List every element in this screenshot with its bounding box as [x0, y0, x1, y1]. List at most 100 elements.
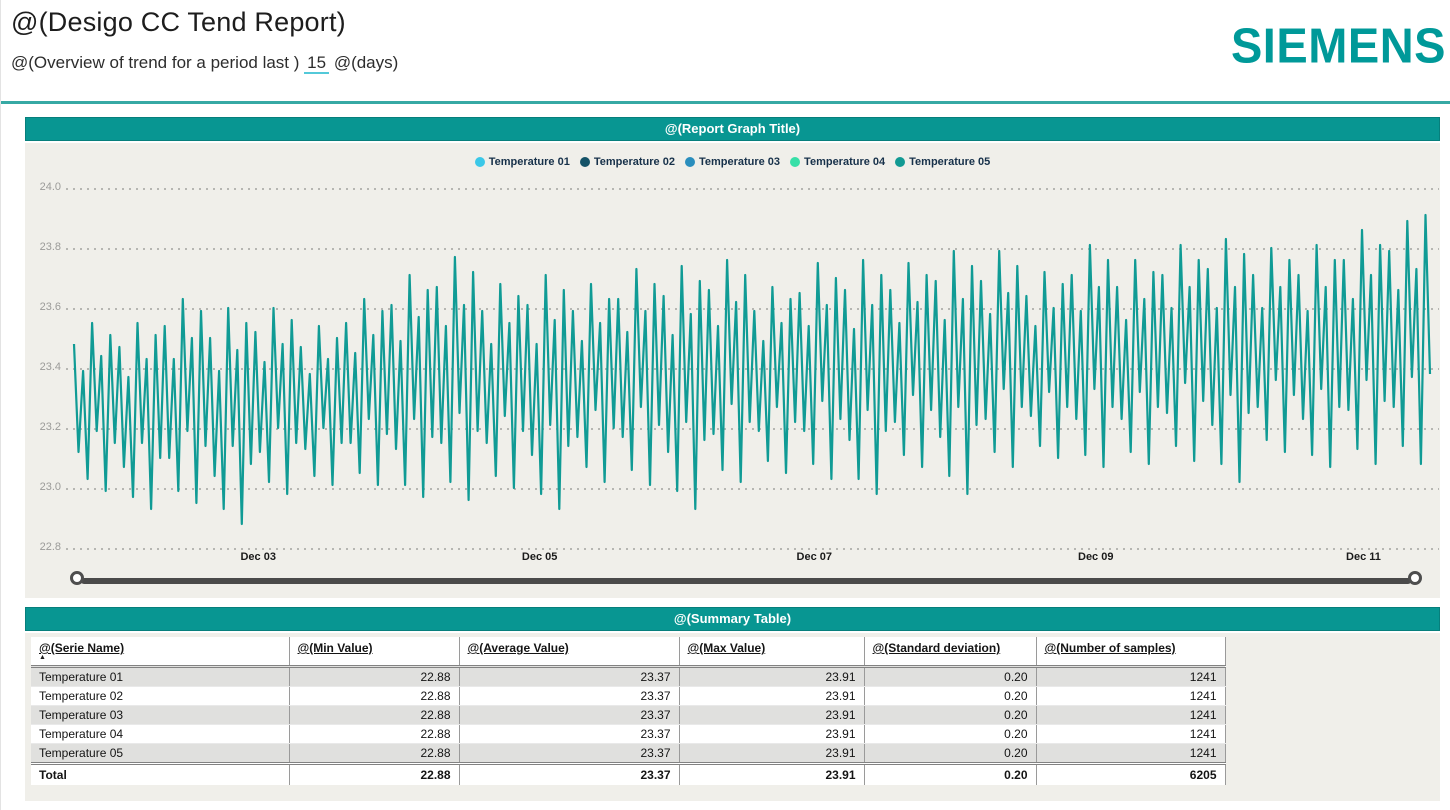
legend-dot-icon [790, 157, 800, 167]
column-header-label: @(Number of samples) [1045, 641, 1176, 655]
value-cell: 23.91 [679, 705, 864, 724]
column-header-label: @(Max Value) [688, 641, 766, 655]
value-cell: 22.88 [289, 743, 459, 763]
value-cell: 0.20 [864, 705, 1036, 724]
summary-table-area: @(Serie Name)▲ @(Min Value) @(Average Valu… [25, 633, 1440, 801]
chart-area: Temperature 01 Temperature 02 Temperature … [25, 143, 1440, 598]
summary-table-title-bar: @(Summary Table) [25, 607, 1440, 631]
y-axis-tick-label: 23.8 [27, 241, 61, 253]
value-cell: 1241 [1036, 705, 1225, 724]
x-axis-tick-label: Dec 03 [218, 551, 298, 563]
column-header-label: @(Serie Name) [39, 641, 124, 655]
sort-ascending-icon: ▲ [39, 655, 281, 661]
legend-item-temperature-05: Temperature 05 [895, 156, 990, 168]
series-name-cell: Temperature 02 [31, 686, 289, 705]
total-value-cell: 6205 [1036, 763, 1225, 785]
slider-right-handle-icon[interactable] [1408, 571, 1422, 585]
table-row: Temperature 0122.8823.3723.910.201241 [31, 666, 1225, 686]
slider-track[interactable] [81, 578, 1411, 584]
value-cell: 23.91 [679, 666, 864, 686]
series-name-cell: Temperature 04 [31, 724, 289, 743]
value-cell: 0.20 [864, 724, 1036, 743]
value-cell: 23.37 [459, 666, 679, 686]
value-cell: 23.37 [459, 686, 679, 705]
legend-label: Temperature 03 [699, 156, 780, 168]
value-cell: 0.20 [864, 686, 1036, 705]
value-cell: 22.88 [289, 724, 459, 743]
legend-label: Temperature 04 [804, 156, 885, 168]
legend-label: Temperature 01 [489, 156, 570, 168]
column-header-label: @(Min Value) [298, 641, 373, 655]
value-cell: 1241 [1036, 666, 1225, 686]
value-cell: 22.88 [289, 686, 459, 705]
series-name-cell: Temperature 05 [31, 743, 289, 763]
x-axis-tick-label: Dec 07 [774, 551, 854, 563]
column-header-label: @(Average Value) [468, 641, 569, 655]
value-cell: 0.20 [864, 743, 1036, 763]
legend-dot-icon [685, 157, 695, 167]
total-value-cell: 22.88 [289, 763, 459, 785]
time-range-slider[interactable] [79, 570, 1413, 592]
value-cell: 23.91 [679, 743, 864, 763]
legend-dot-icon [580, 157, 590, 167]
legend-item-temperature-01: Temperature 01 [475, 156, 570, 168]
trend-line [74, 215, 1430, 524]
value-cell: 22.88 [289, 705, 459, 724]
legend-label: Temperature 05 [909, 156, 990, 168]
y-axis-tick-label: 23.0 [27, 481, 61, 493]
legend-item-temperature-04: Temperature 04 [790, 156, 885, 168]
y-axis-tick-label: 23.6 [27, 301, 61, 313]
chart-title-bar: @(Report Graph Title) [25, 117, 1440, 141]
trend-line-chart [66, 188, 1439, 548]
series-name-cell: Temperature 01 [31, 666, 289, 686]
column-header-3[interactable]: @(Max Value) [679, 637, 864, 666]
chart-section: @(Report Graph Title) Temperature 01Temp… [25, 117, 1440, 598]
legend-dot-icon [895, 157, 905, 167]
total-value-cell: 23.37 [459, 763, 679, 785]
column-header-5[interactable]: @(Number of samples) [1036, 637, 1225, 666]
summary-table-section: @(Summary Table) @(Serie Name)▲ @(Min Val… [25, 607, 1440, 801]
chart-legend: Temperature 01 Temperature 02 Temperature … [25, 156, 1440, 168]
legend-item-temperature-03: Temperature 03 [685, 156, 780, 168]
table-row: Temperature 0422.8823.3723.910.201241 [31, 724, 1225, 743]
value-cell: 1241 [1036, 686, 1225, 705]
table-row: Temperature 0222.8823.3723.910.201241 [31, 686, 1225, 705]
gridline [66, 548, 1439, 550]
value-cell: 1241 [1036, 724, 1225, 743]
column-header-0[interactable]: @(Serie Name)▲ [31, 637, 289, 666]
summary-table: @(Serie Name)▲ @(Min Value) @(Average Valu… [31, 637, 1226, 785]
value-cell: 22.88 [289, 666, 459, 686]
value-cell: 23.91 [679, 724, 864, 743]
table-row: Temperature 0522.8823.3723.910.201241 [31, 743, 1225, 763]
column-header-4[interactable]: @(Standard deviation) [864, 637, 1036, 666]
trend-report-page: @(Desigo CC Tend Report) @(Overview of t… [0, 0, 1450, 810]
value-cell: 23.37 [459, 743, 679, 763]
table-header-row: @(Serie Name)▲ @(Min Value) @(Average Valu… [31, 637, 1225, 666]
subtitle-suffix: @(days) [334, 53, 399, 72]
report-header: @(Desigo CC Tend Report) @(Overview of t… [1, 0, 1450, 101]
legend-label: Temperature 02 [594, 156, 675, 168]
x-axis-tick-label: Dec 09 [1056, 551, 1136, 563]
subtitle-prefix: @(Overview of trend for a period last ) [11, 53, 299, 72]
value-cell: 0.20 [864, 666, 1036, 686]
y-axis-tick-label: 22.8 [27, 541, 61, 553]
header-divider [1, 101, 1450, 104]
legend-dot-icon [475, 157, 485, 167]
y-axis-tick-label: 24.0 [27, 181, 61, 193]
x-axis-tick-label: Dec 05 [500, 551, 580, 563]
siemens-logo: SIEMENS [1231, 17, 1446, 74]
y-axis-tick-label: 23.4 [27, 361, 61, 373]
value-cell: 23.37 [459, 705, 679, 724]
slider-left-handle-icon[interactable] [70, 571, 84, 585]
column-header-1[interactable]: @(Min Value) [289, 637, 459, 666]
table-row: Temperature 0322.8823.3723.910.201241 [31, 705, 1225, 724]
total-label-cell: Total [31, 763, 289, 785]
total-value-cell: 23.91 [679, 763, 864, 785]
y-axis-tick-label: 23.2 [27, 421, 61, 433]
column-header-2[interactable]: @(Average Value) [459, 637, 679, 666]
x-axis-tick-label: Dec 11 [1323, 551, 1403, 563]
days-parameter-field[interactable]: 15 [304, 53, 329, 74]
column-header-label: @(Standard deviation) [873, 641, 1001, 655]
legend-item-temperature-02: Temperature 02 [580, 156, 675, 168]
value-cell: 23.91 [679, 686, 864, 705]
